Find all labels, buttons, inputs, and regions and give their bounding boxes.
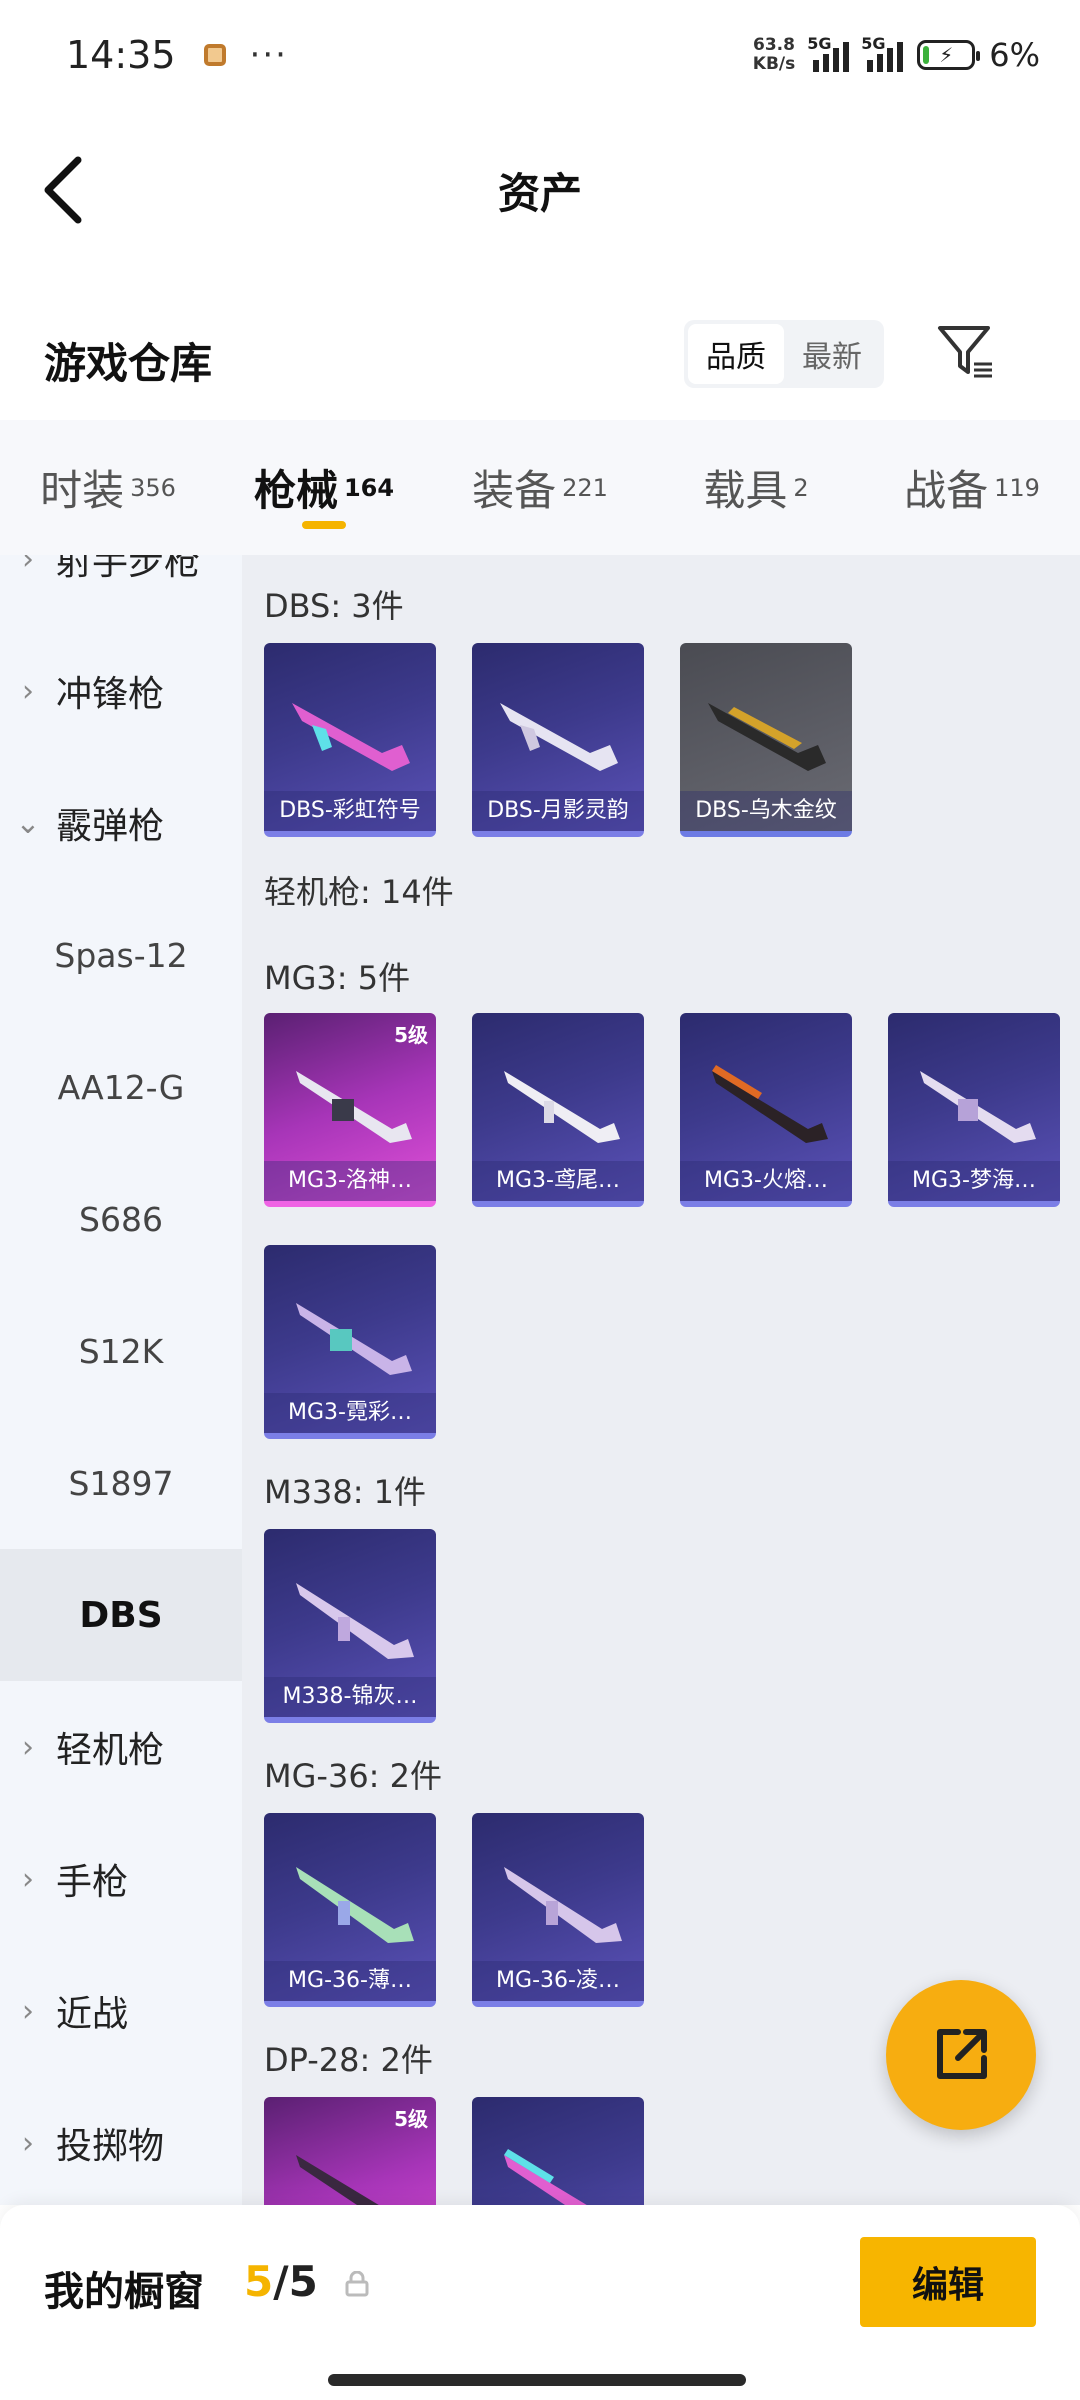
section-label-lmg: 轻机枪: 14件 [264,873,454,911]
weapon-card[interactable]: 5级 [264,2097,436,2205]
sidebar-item-marksman-rifle[interactable]: › 射手步枪 [0,555,242,625]
rifle-icon [504,1867,622,1943]
weapon-card[interactable]: MG3-梦海… [888,1013,1060,1207]
network-speed: 63.8 KB/s [752,35,796,74]
weapon-card[interactable]: MG-36-凌… [472,1813,644,2007]
clock: 14:35 [66,33,176,77]
sidebar-item-s12k[interactable]: S12K [0,1285,242,1417]
filter-icon[interactable] [936,322,996,382]
chevron-right-icon: › [22,2125,34,2161]
weapon-category-sidebar: › 射手步枪 › 冲锋枪 ⌄ 霰弹枪 Spas-12 AA12-G S686 S12K… [0,555,242,2205]
tab-vehicles[interactable]: 载具 2 [648,420,864,555]
category-tabs: 时装 356 枪械 164 装备 221 载具 2 战备 119 [0,420,1080,555]
sidebar-item-aa12g[interactable]: AA12-G [0,1021,242,1153]
sidebar-item-lmg[interactable]: › 轻机枪 [0,1681,242,1813]
chevron-right-icon: › [22,1729,34,1765]
sidebar-item-dbs[interactable]: DBS [0,1549,242,1681]
home-indicator[interactable] [328,2374,746,2386]
chevron-down-icon: ⌄ [15,805,41,841]
sidebar-item-smg[interactable]: › 冲锋枪 [0,625,242,757]
rifle-icon [296,1583,414,1659]
sidebar-item-pistol[interactable]: › 手枪 [0,1813,242,1945]
external-link-icon [937,2029,987,2079]
share-button[interactable] [886,1980,1036,2130]
section-label-mg3: MG3: 5件 [264,959,411,997]
sort-newest-option[interactable]: 最新 [784,324,880,384]
sidebar-item-spas12[interactable]: Spas-12 [0,889,242,1021]
sidebar-item-throwable[interactable]: › 投掷物 [0,2077,242,2205]
signal-icon-2: 5G [861,34,904,72]
weapon-card[interactable]: DBS-乌木金纹 [680,643,852,837]
battery-icon: ⚡ [917,40,981,70]
chevron-right-icon: › [22,673,34,709]
weapon-card[interactable]: MG3-鸢尾… [472,1013,644,1207]
tab-equipment[interactable]: 装备 221 [432,420,648,555]
section-label-m338: M338: 1件 [264,1473,427,1511]
tab-weapons[interactable]: 枪械 164 [216,420,432,555]
weapon-grid: DBS: 3件 DBS-彩虹符号 DBS-月影灵韵 DBS-乌木金纹 轻机枪: … [242,555,1080,2205]
shotgun-icon [500,703,618,771]
sort-quality-option[interactable]: 品质 [688,324,784,384]
machine-gun-icon [504,1071,620,1143]
rifle-icon [296,1867,414,1943]
signal-icon: 5G [807,34,850,72]
showcase-count: 5/5 [244,2257,318,2306]
more-notifications-icon: ··· [249,35,288,75]
weapon-card[interactable]: MG3-霓彩… [264,1245,436,1439]
weapon-card[interactable] [472,2097,644,2205]
edit-button[interactable]: 编辑 [860,2237,1036,2327]
machine-gun-icon [296,2155,379,2205]
shotgun-icon [292,703,410,771]
sidebar-item-shotgun[interactable]: ⌄ 霰弹枪 [0,757,242,889]
chevron-right-icon: › [22,555,34,577]
app-header: 资产 [0,110,1080,270]
section-label-dp28: DP-28: 2件 [264,2041,433,2079]
section-label-mg36: MG-36: 2件 [264,1757,442,1795]
showcase-label: 我的橱窗 [44,2269,204,2315]
machine-gun-icon [712,1065,828,1143]
weapon-card[interactable]: 5级 MG3-洛神… [264,1013,436,1207]
sidebar-item-s1897[interactable]: S1897 [0,1417,242,1549]
machine-gun-icon [920,1071,1036,1143]
lock-icon [345,2271,369,2297]
sort-toggle: 品质 最新 [684,320,884,388]
tab-supplies[interactable]: 战备 119 [864,420,1080,555]
section-label-dbs: DBS: 3件 [264,587,404,625]
machine-gun-icon [504,2149,587,2205]
page-title: 资产 [497,169,582,218]
section-header: 游戏仓库 品质 最新 [0,300,1080,420]
weapon-card[interactable]: DBS-彩虹符号 [264,643,436,837]
sidebar-item-s686[interactable]: S686 [0,1153,242,1285]
machine-gun-icon [296,1071,412,1143]
showcase-bar: 我的橱窗 5/5 编辑 [0,2205,1080,2400]
section-title: 游戏仓库 [44,339,213,388]
weapon-card[interactable]: MG-36-薄… [264,1813,436,2007]
shotgun-icon [708,703,826,771]
weapon-card[interactable]: DBS-月影灵韵 [472,643,644,837]
recording-icon [203,44,226,66]
weapon-card[interactable]: M338-锦灰… [264,1529,436,1723]
chevron-right-icon: › [22,1993,34,2029]
chevron-right-icon: › [22,1861,34,1897]
status-bar: 14:35 ··· 63.8 KB/s 5G 5G ⚡ 6% [0,0,1080,110]
machine-gun-icon [296,1303,412,1375]
weapon-card[interactable]: MG3-火熔… [680,1013,852,1207]
tab-costume[interactable]: 时装 356 [0,420,216,555]
battery-percent: 6% [989,36,1040,74]
sidebar-item-melee[interactable]: › 近战 [0,1945,242,2077]
